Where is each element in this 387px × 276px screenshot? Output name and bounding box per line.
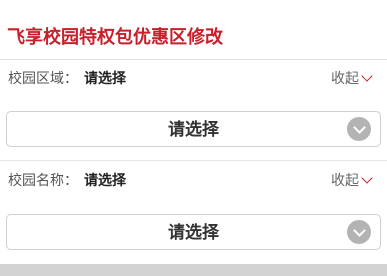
campus-region-label: 校园区域： (8, 71, 78, 87)
chevron-down-circle-icon (347, 117, 371, 141)
campus-region-row: 校园区域： 请选择 收起 (0, 62, 387, 96)
footer-bar (0, 264, 387, 276)
campus-name-select[interactable]: 请选择 (6, 214, 381, 250)
campus-region-collapse-label: 收起 (331, 71, 359, 87)
campus-name-select-text: 请选择 (168, 223, 219, 243)
chevron-down-icon (361, 172, 373, 184)
campus-region-collapse-toggle[interactable]: 收起 (331, 70, 373, 88)
campus-name-value: 请选择 (84, 173, 126, 189)
chevron-down-icon (361, 70, 373, 82)
campus-region-label-group: 校园区域： 请选择 (8, 70, 126, 88)
campus-name-label-group: 校园名称： 请选择 (8, 172, 126, 190)
campus-name-collapse-toggle[interactable]: 收起 (331, 172, 373, 190)
campus-name-label: 校园名称： (8, 173, 78, 189)
chevron-down-circle-icon (347, 220, 371, 244)
campus-region-value: 请选择 (84, 71, 126, 87)
page-header: 飞享校园特权包优惠区修改 (0, 0, 387, 60)
campus-region-select-text: 请选择 (168, 120, 219, 140)
section-divider (0, 160, 387, 161)
campus-name-row: 校园名称： 请选择 收起 (0, 164, 387, 198)
page-title: 飞享校园特权包优惠区修改 (7, 27, 223, 48)
campus-name-collapse-label: 收起 (331, 173, 359, 189)
campus-region-select[interactable]: 请选择 (6, 111, 381, 147)
